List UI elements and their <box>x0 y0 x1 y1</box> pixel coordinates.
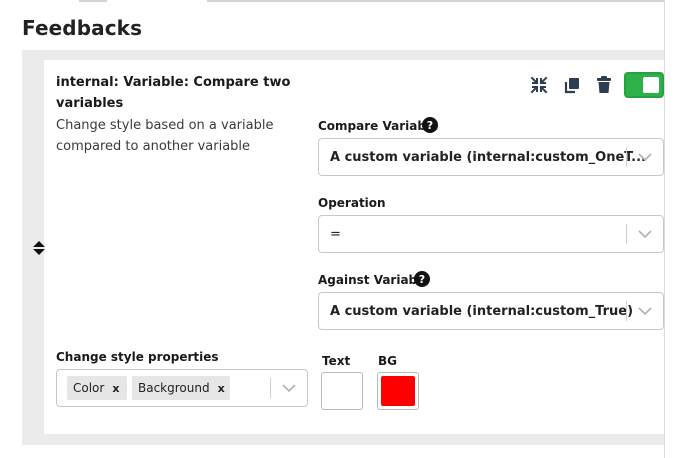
chip-background: Background x <box>132 376 230 400</box>
select-separator <box>270 378 271 398</box>
chip-label: Background <box>138 381 210 395</box>
toggle-knob <box>643 77 659 93</box>
style-properties-label: Change style properties <box>56 350 219 364</box>
tab-underline-right <box>207 0 664 2</box>
chip-color: Color x <box>67 376 127 400</box>
compare-variable-select[interactable]: A custom variable (internal:custom_OneT.… <box>318 138 664 176</box>
feedback-title: internal: Variable: Compare two variable… <box>56 75 291 111</box>
compare-variable-help-icon[interactable]: ? <box>422 117 438 133</box>
against-variable-help-icon[interactable]: ? <box>414 271 430 287</box>
bg-color-label: BG <box>378 354 397 368</box>
chevron-down-icon <box>282 384 296 392</box>
select-separator <box>626 224 627 244</box>
copy-icon[interactable] <box>561 74 583 96</box>
page-title: Feedbacks <box>22 16 143 40</box>
trash-icon[interactable] <box>593 74 615 96</box>
remove-chip-color-icon[interactable]: x <box>112 382 119 395</box>
chevron-down-icon <box>638 307 652 315</box>
chevron-down-icon <box>638 230 652 238</box>
bg-color-swatch[interactable] <box>377 372 419 410</box>
remove-chip-background-icon[interactable]: x <box>218 382 225 395</box>
chip-label: Color <box>73 381 105 395</box>
text-color-swatch[interactable] <box>321 372 363 410</box>
drag-handle-icon[interactable] <box>32 240 46 256</box>
chevron-down-icon <box>638 153 652 161</box>
against-variable-value: A custom variable (internal:custom_True) <box>330 303 634 319</box>
feedback-description: Change style based on a variable compare… <box>56 118 274 154</box>
text-color-label: Text <box>322 354 351 368</box>
select-separator <box>626 147 627 167</box>
compare-variable-value: A custom variable (internal:custom_OneT.… <box>330 149 646 165</box>
collapse-icon[interactable] <box>528 74 550 96</box>
panel-divider <box>664 0 665 458</box>
text-color-fill <box>325 376 359 406</box>
tab-underline-left <box>79 0 107 2</box>
bg-color-fill <box>381 376 415 406</box>
operation-value: = <box>330 226 341 242</box>
against-variable-label: Against Variable <box>318 273 430 287</box>
against-variable-select[interactable]: A custom variable (internal:custom_True) <box>318 292 664 330</box>
compare-variable-label: Compare Variable <box>318 119 439 133</box>
select-separator <box>626 301 627 321</box>
operation-label: Operation <box>318 196 386 210</box>
enable-toggle[interactable] <box>624 72 664 98</box>
operation-select[interactable]: = <box>318 215 664 253</box>
